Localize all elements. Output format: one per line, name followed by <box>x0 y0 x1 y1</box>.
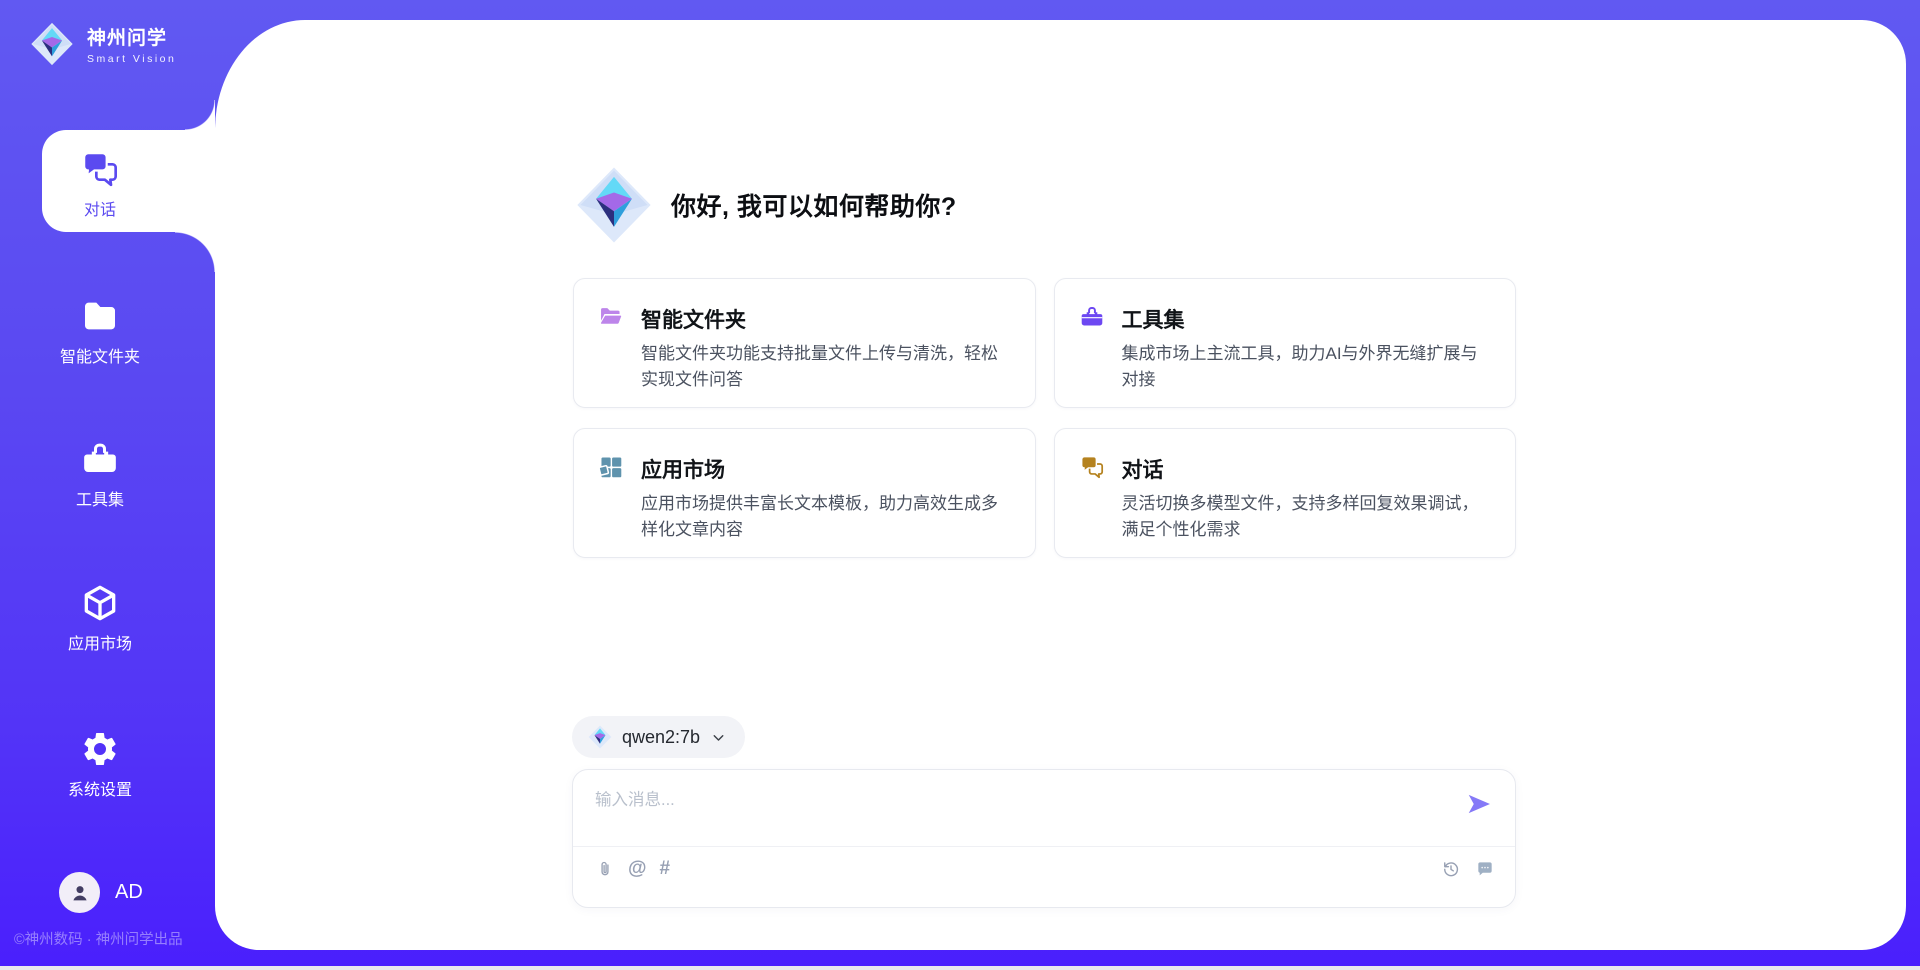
chevron-down-icon <box>710 729 727 746</box>
bottom-strip <box>0 966 1920 970</box>
paperclip-icon <box>595 859 615 879</box>
avatar <box>59 872 100 913</box>
card-app-market[interactable]: 应用市场 应用市场提供丰富长文本模板，助力高效生成多样化文章内容 <box>573 428 1036 558</box>
folder-open-icon <box>598 304 624 330</box>
sidebar-footer: ©神州数码 · 神州问学出品 <box>14 928 214 949</box>
toolbox-icon <box>80 439 120 479</box>
sidebar-item-chat[interactable]: 对话 <box>0 149 200 220</box>
sidebar-item-label: 系统设置 <box>0 776 200 800</box>
sidebar-item-label: 智能文件夹 <box>0 343 200 367</box>
user-name: AD <box>115 881 143 904</box>
greeting-title: 你好, 我可以如何帮助你? <box>671 187 957 223</box>
sidebar-item-market[interactable]: 应用市场 <box>0 583 200 654</box>
feature-cards: 智能文件夹 智能文件夹功能支持批量文件上传与清洗，轻松实现文件问答 工具集 集成… <box>573 278 1516 558</box>
card-smart-folder[interactable]: 智能文件夹 智能文件夹功能支持批量文件上传与清洗，轻松实现文件问答 <box>573 278 1036 408</box>
card-title: 工具集 <box>1122 304 1185 334</box>
model-logo-icon <box>588 725 612 749</box>
hash-button[interactable]: # <box>660 859 671 879</box>
composer: @ # <box>572 769 1516 908</box>
grid-icon <box>598 454 624 480</box>
chat-bubble-icon <box>1475 859 1495 879</box>
chat-icon <box>80 149 120 189</box>
attach-button[interactable] <box>595 859 615 879</box>
brand-subtitle: Smart Vision <box>87 53 176 65</box>
history-icon <box>1441 859 1461 879</box>
brand-logo: 神州问学 Smart Vision <box>30 22 176 66</box>
sidebar-item-label: 对话 <box>0 196 200 220</box>
app-root: 神州问学 Smart Vision 对话 智能文件夹 <box>0 0 1920 970</box>
card-toolset[interactable]: 工具集 集成市场上主流工具，助力AI与外界无缝扩展与对接 <box>1054 278 1517 408</box>
history-button[interactable] <box>1441 859 1461 879</box>
card-desc: 智能文件夹功能支持批量文件上传与清洗，轻松实现文件问答 <box>641 341 1013 394</box>
sidebar: 神州问学 Smart Vision 对话 智能文件夹 <box>0 0 215 970</box>
paper-plane-icon <box>1465 790 1493 818</box>
folder-icon <box>80 296 120 336</box>
sidebar-item-label: 应用市场 <box>0 630 200 654</box>
gear-icon <box>80 729 120 769</box>
brand-name: 神州问学 <box>87 23 176 50</box>
model-selector[interactable]: qwen2:7b <box>572 716 745 758</box>
composer-tools-right <box>1441 859 1495 879</box>
card-desc: 灵活切换多模型文件，支持多样回复效果调试，满足个性化需求 <box>1122 491 1494 544</box>
brand-diamond-icon <box>30 22 74 66</box>
card-desc: 应用市场提供丰富长文本模板，助力高效生成多样化文章内容 <box>641 491 1013 544</box>
card-title: 应用市场 <box>641 454 725 484</box>
hash-icon: # <box>660 859 671 879</box>
model-name: qwen2:7b <box>622 727 700 748</box>
sidebar-item-settings[interactable]: 系统设置 <box>0 729 200 800</box>
card-chat[interactable]: 对话 灵活切换多模型文件，支持多样回复效果调试，满足个性化需求 <box>1054 428 1517 558</box>
main-panel: 你好, 我可以如何帮助你? 智能文件夹 智能文件夹功能支持批量文件上传与清洗，轻… <box>215 20 1906 950</box>
card-desc: 集成市场上主流工具，助力AI与外界无缝扩展与对接 <box>1122 341 1494 394</box>
user-profile[interactable]: AD <box>59 872 143 913</box>
feedback-button[interactable] <box>1475 859 1495 879</box>
chat-icon <box>1079 454 1105 480</box>
welcome-logo-icon <box>575 166 653 244</box>
mention-button[interactable]: @ <box>628 859 647 879</box>
message-input[interactable] <box>595 786 1435 838</box>
send-button[interactable] <box>1465 790 1493 818</box>
composer-tools-left: @ # <box>595 859 670 879</box>
person-icon <box>68 881 92 905</box>
cube-icon <box>80 583 120 623</box>
sidebar-item-tools[interactable]: 工具集 <box>0 439 200 510</box>
welcome-header: 你好, 我可以如何帮助你? <box>575 166 957 244</box>
sidebar-item-folders[interactable]: 智能文件夹 <box>0 296 200 367</box>
toolbox-icon <box>1079 304 1105 330</box>
card-title: 智能文件夹 <box>641 304 746 334</box>
sidebar-item-label: 工具集 <box>0 486 200 510</box>
at-icon: @ <box>628 859 647 879</box>
composer-divider <box>573 846 1515 847</box>
card-title: 对话 <box>1122 454 1164 484</box>
